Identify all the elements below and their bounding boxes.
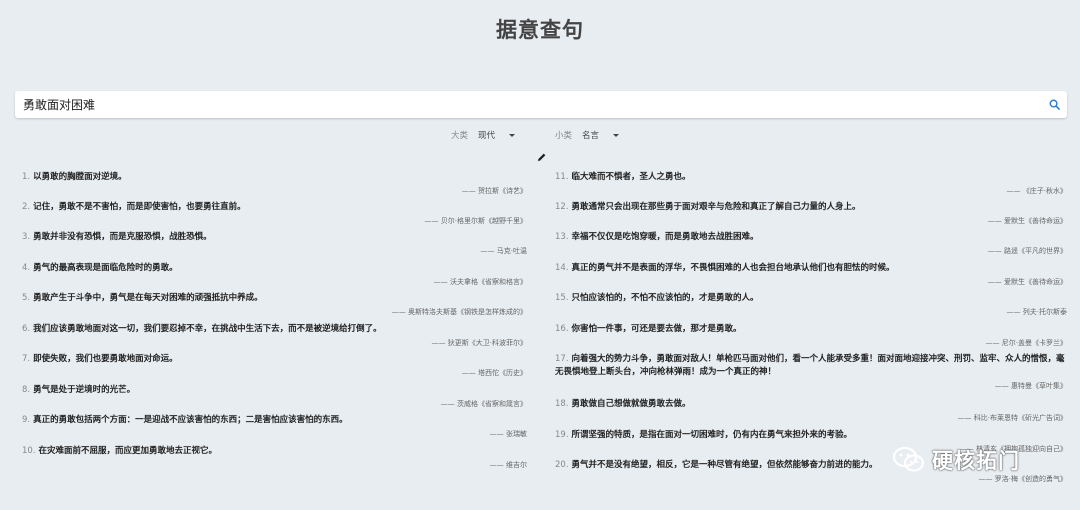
result-item[interactable]: 5. 勇敢产生于斗争中，勇气是在每天对困难的顽强抵抗中养成。 —— 奥斯特洛夫斯… (22, 292, 532, 323)
quote-text: 你害怕一件事，可还是要去做，那才是勇敢。 (571, 324, 742, 334)
quote-text: 以勇敢的胸膛面对逆境。 (33, 172, 127, 182)
result-item[interactable]: 14. 真正的勇气并不是表面的浮华，不畏惧困难的人也会担台地承认他们也有胆怯的时… (555, 262, 1067, 292)
quote-text: 勇敢并非没有恐惧，而是克服恐惧，战胜恐惧。 (33, 232, 212, 242)
quote-author: —— 惠特曼《草叶集》 (994, 382, 1067, 390)
quote-text: 记住，勇敢不是不害怕，而是即使害怕，也要勇往直前。 (33, 202, 246, 212)
filter-bar: 大类 现代 小类 名言 (0, 128, 1080, 142)
quote-author: —— 爱默生《善待命运》 (987, 278, 1067, 286)
result-item[interactable]: 10. 在灾难面前不屈服，而应更加勇敢地去正视它。 —— 维吉尔 (22, 445, 532, 475)
category-select[interactable]: 大类 现代 (451, 128, 516, 142)
quote-text: 所谓坚强的特质，是指在面对一切困难时，仍有内在勇气来担外来的考验。 (571, 430, 853, 440)
search-button[interactable] (1041, 91, 1067, 118)
result-item[interactable]: 12. 勇敢通常只会出现在那些勇于面对艰辛与危险和真正了解自己力量的人身上。 —… (555, 201, 1067, 231)
quote-text: 在灾难面前不屈服，而应更加勇敢地去正视它。 (38, 446, 218, 456)
quote-text: 即使失败，我们也要勇敢地面对命运。 (33, 354, 178, 364)
quote-author: —— 贺拉斯《诗艺》 (461, 187, 527, 195)
quote-text: 勇敢通常只会出现在那些勇于面对艰辛与危险和真正了解自己力量的人身上。 (571, 202, 861, 212)
category-value: 现代 (478, 131, 496, 141)
quote-author: —— 贝尔·格里尔斯《越野千里》 (424, 217, 527, 225)
quote-text: 只怕应该怕的，不怕不应该怕的，才是勇敢的人。 (571, 293, 759, 303)
quote-text: 幸福不仅仅是吃饱穿暖，而是勇敢地去战胜困难。 (571, 232, 759, 242)
quote-author: —— 奥斯特洛夫斯基《钢铁是怎样炼成的》 (391, 308, 527, 316)
quote-text: 勇敢做自己想做就做勇敢去做。 (571, 399, 691, 409)
quote-author: —— 塔西佗《历史》 (461, 369, 527, 377)
quote-author: —— 列夫·托尔斯泰 (1006, 308, 1067, 316)
quote-author: —— 尼尔·盖曼《卡罗兰》 (985, 339, 1067, 347)
quote-text: 勇敢产生于斗争中，勇气是在每天对困难的顽强抵抗中养成。 (33, 293, 263, 303)
pencil-icon[interactable] (536, 152, 547, 163)
result-item[interactable]: 3. 勇敢并非没有恐惧，而是克服恐惧，战胜恐惧。 —— 马克·吐温 (22, 231, 532, 262)
category-label: 大类 (451, 131, 469, 141)
quote-author: —— 爱默生《善待命运》 (987, 217, 1067, 225)
quote-author: —— 维吉尔 (489, 461, 527, 469)
result-item[interactable]: 15. 只怕应该怕的，不怕不应该怕的，才是勇敢的人。 —— 列夫·托尔斯泰 (555, 292, 1067, 323)
quote-text: 勇气的最高表现是面临危险时的勇敢。 (33, 263, 178, 273)
quote-author: —— 茨威格《省察和箴言》 (440, 400, 527, 408)
quote-text: 向着强大的势力斗争，勇敢面对敌人！单枪匹马面对他们，看一个人能承受多重！面对面地… (555, 354, 1065, 377)
quote-author: —— 马克·吐温 (480, 247, 527, 255)
wechat-icon (892, 446, 925, 472)
subcategory-label: 小类 (555, 131, 573, 141)
watermark-text: 硬核拓门 (932, 449, 1020, 473)
result-item[interactable]: 9. 真正的勇敢包括两个方面：一是迎战不应该害怕的东西；二是害怕应该害怕的东西。… (22, 414, 532, 445)
quote-text: 真正的勇敢包括两个方面：一是迎战不应该害怕的东西；二是害怕应该害怕的东西。 (33, 415, 348, 425)
result-item[interactable]: 16. 你害怕一件事，可还是要去做，那才是勇敢。 —— 尼尔·盖曼《卡罗兰》 (555, 323, 1067, 353)
page-title: 据意查句 (496, 18, 584, 42)
quote-author: —— 张瑞敏 (489, 430, 527, 438)
chevron-down-icon (509, 133, 516, 137)
quote-text: 真正的勇气并不是表面的浮华，不畏惧困难的人也会担台地承认他们也有胆怯的时候。 (571, 263, 895, 273)
results-left-column: 1. 以勇敢的胸膛面对逆境。 —— 贺拉斯《诗艺》 2. 记住，勇敢不是不害怕，… (22, 171, 532, 475)
result-item[interactable]: 13. 幸福不仅仅是吃饱穿暖，而是勇敢地去战胜困难。 —— 路遥《平凡的世界》 (555, 231, 1067, 262)
result-item[interactable]: 18. 勇敢做自己想做就做勇敢去做。 —— 科比·布莱恩特《斫光广告词》 (555, 398, 1067, 429)
chevron-down-icon (613, 133, 620, 137)
watermark: 硬核拓门 (892, 442, 1062, 478)
subcategory-value: 名言 (582, 131, 600, 141)
quote-author: —— 《庄子·秋水》 (1006, 187, 1067, 195)
result-item[interactable]: 7. 即使失败，我们也要勇敢地面对命运。 —— 塔西佗《历史》 (22, 353, 532, 384)
search-icon (1049, 99, 1060, 110)
quote-author: —— 科比·布莱恩特《斫光广告词》 (957, 414, 1067, 422)
result-item[interactable]: 11. 临大难而不惧者，圣人之勇也。 —— 《庄子·秋水》 (555, 171, 1067, 201)
quote-text: 临大难而不惧者，圣人之勇也。 (571, 172, 691, 182)
quote-text: 勇气并不是没有绝望，相反，它是一种尽管有绝望，但依然能够奋力前进的能力。 (571, 460, 878, 470)
quote-text: 勇气是处于逆境时的光芒。 (33, 385, 136, 395)
result-item[interactable]: 4. 勇气的最高表现是面临危险时的勇敢。 —— 沃夫拿格《省察和格言》 (22, 262, 532, 292)
quote-text: 我们应该勇敢地面对这一切，我们要忍掉不幸，在挑战中生活下去，而不是被逆境给打倒了… (33, 324, 382, 334)
quote-author: —— 路遥《平凡的世界》 (987, 247, 1067, 255)
result-item[interactable]: 2. 记住，勇敢不是不害怕，而是即使害怕，也要勇往直前。 —— 贝尔·格里尔斯《… (22, 201, 532, 231)
quote-author: —— 狄更斯《大卫·科波菲尔》 (431, 339, 527, 347)
subcategory-select[interactable]: 小类 名言 (555, 128, 620, 142)
result-item[interactable]: 17. 向着强大的势力斗争，勇敢面对敌人！单枪匹马面对他们，看一个人能承受多重！… (555, 353, 1067, 398)
search-input[interactable] (15, 91, 1041, 118)
quote-author: —— 沃夫拿格《省察和格言》 (433, 278, 527, 286)
search-bar (15, 91, 1067, 118)
result-item[interactable]: 6. 我们应该勇敢地面对这一切，我们要忍掉不幸，在挑战中生活下去，而不是被逆境给… (22, 323, 532, 353)
result-item[interactable]: 1. 以勇敢的胸膛面对逆境。 —— 贺拉斯《诗艺》 (22, 171, 532, 201)
result-item[interactable]: 8. 勇气是处于逆境时的光芒。 —— 茨威格《省察和箴言》 (22, 384, 532, 414)
page: 据意查句 大类 现代 小类 名言 1. 以勇敢的胸膛面对逆境。 —— 贺拉斯《诗… (0, 0, 1080, 510)
